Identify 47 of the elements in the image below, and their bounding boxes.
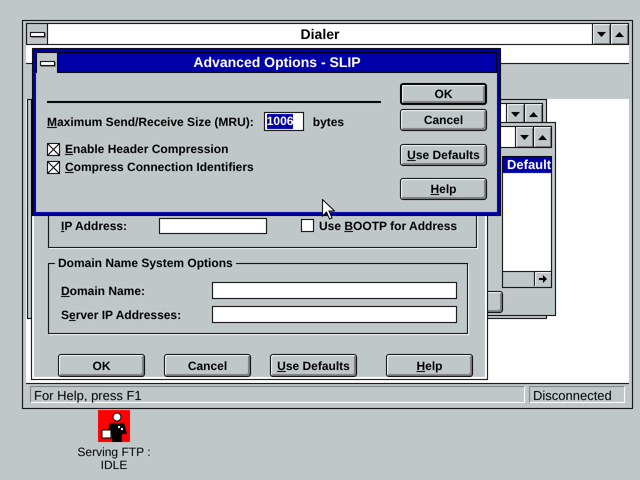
horizontal-scrollbar[interactable] <box>503 271 551 287</box>
input-field[interactable] <box>212 282 457 300</box>
list-item[interactable]: Default <box>503 157 551 173</box>
checkbox[interactable] <box>47 142 60 156</box>
icon-label: IDLE <box>100 459 128 472</box>
dialog-button[interactable]: Help <box>386 354 473 377</box>
dialog-title: Advanced Options - SLIP <box>192 53 362 72</box>
maximize-button[interactable] <box>610 24 628 44</box>
field-label: Domain Name: <box>61 284 146 298</box>
group-title: Domain Name System Options <box>55 256 236 270</box>
input-field[interactable] <box>212 306 457 324</box>
minimize-button[interactable] <box>515 127 533 147</box>
field-label: Maximum Send/Receive Size (MRU): <box>47 114 254 128</box>
mru-field[interactable]: 1006 <box>264 112 304 131</box>
dialog-button[interactable]: Cancel <box>400 109 487 131</box>
up-triangle-icon <box>538 134 547 140</box>
minimize-button[interactable] <box>592 24 610 44</box>
checkbox-label[interactable]: Use BOOTP for Address <box>319 218 458 233</box>
down-triangle-icon <box>511 112 520 116</box>
field-label: IP Address: <box>61 218 128 233</box>
checkbox-label[interactable]: Compress Connection Identifiers <box>65 160 254 174</box>
checkbox-label[interactable]: Enable Header Compression <box>65 142 228 156</box>
up-triangle-icon <box>615 32 624 36</box>
dialog-button[interactable]: Cancel <box>164 354 251 377</box>
maximize-button[interactable] <box>524 104 542 124</box>
dialog-button[interactable]: Use Defaults <box>270 354 357 377</box>
unit-label: bytes <box>312 114 344 128</box>
down-triangle-icon <box>520 134 529 140</box>
icon-label: Serving FTP : <box>77 446 151 459</box>
field-label: Server IP Addresses: <box>61 308 182 322</box>
minimize-button[interactable] <box>506 104 524 124</box>
input-field[interactable] <box>159 218 267 234</box>
system-menu-button[interactable] <box>27 24 48 44</box>
dialog-button[interactable]: OK <box>58 354 145 377</box>
dialog-button[interactable]: Use Defaults <box>400 144 487 166</box>
down-triangle-icon <box>597 32 606 36</box>
up-triangle-icon <box>529 112 538 116</box>
window-title: Dialer <box>48 24 592 44</box>
system-menu-button[interactable] <box>37 53 58 73</box>
checkbox[interactable] <box>47 160 60 174</box>
connection-status: Disconnected <box>529 386 625 403</box>
server-person-icon[interactable] <box>98 410 130 442</box>
checkbox[interactable] <box>301 219 314 232</box>
dialog-button[interactable]: Help <box>400 178 487 200</box>
maximize-button[interactable] <box>533 127 551 147</box>
status-text: For Help, press F1 <box>30 386 525 403</box>
dialog-button[interactable]: OK <box>400 83 487 105</box>
